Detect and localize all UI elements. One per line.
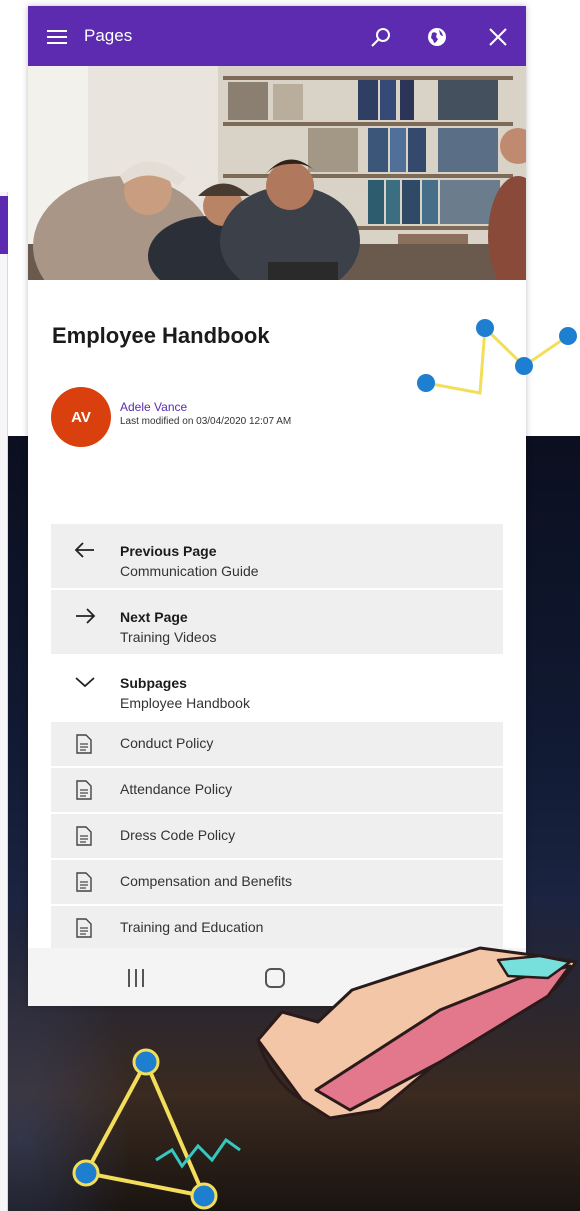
subpage-label: Attendance Policy xyxy=(120,781,233,797)
subpage-label: Dress Code Policy xyxy=(120,827,236,843)
subpage-item[interactable]: Attendance Policy xyxy=(51,768,503,812)
background-right-panel xyxy=(525,280,580,436)
previous-page-button[interactable]: Previous Page Communication Guide xyxy=(51,524,503,588)
background-window-header xyxy=(0,196,8,254)
subpages-parent-name: Employee Handbook xyxy=(120,695,250,711)
page-document-icon xyxy=(76,918,92,938)
previous-page-label: Previous Page xyxy=(120,543,217,559)
subpage-item[interactable]: Compensation and Benefits xyxy=(51,860,503,904)
page-navigation-list: Previous Page Communication Guide Next P… xyxy=(51,524,503,952)
subpages-label: Subpages xyxy=(120,675,187,691)
subpage-label: Conduct Policy xyxy=(120,735,214,751)
subpage-label: Training and Education xyxy=(120,919,264,935)
page-document-icon xyxy=(76,826,92,846)
page-title: Employee Handbook xyxy=(52,323,270,348)
page-document-icon xyxy=(76,734,92,754)
page-document-icon xyxy=(76,872,92,892)
page-document-icon xyxy=(76,780,92,800)
recent-apps-icon[interactable] xyxy=(121,964,151,992)
system-navigation-bar xyxy=(28,948,526,1006)
home-icon[interactable] xyxy=(260,964,290,992)
subpage-item[interactable]: Training and Education xyxy=(51,906,503,950)
hero-image xyxy=(28,66,526,280)
search-icon[interactable] xyxy=(364,20,398,54)
author-name-link[interactable]: Adele Vance xyxy=(120,400,187,414)
chevron-down-icon xyxy=(75,677,95,688)
subpage-item[interactable]: Conduct Policy xyxy=(51,722,503,766)
subpage-item[interactable]: Dress Code Policy xyxy=(51,814,503,858)
next-page-button[interactable]: Next Page Training Videos xyxy=(51,590,503,654)
app-title: Pages xyxy=(84,26,133,45)
globe-icon[interactable] xyxy=(420,20,454,54)
app-bar: Pages xyxy=(28,6,526,66)
previous-page-name: Communication Guide xyxy=(120,563,259,579)
hamburger-menu-icon[interactable] xyxy=(40,20,74,54)
next-page-label: Next Page xyxy=(120,609,188,625)
back-icon[interactable] xyxy=(400,964,430,992)
subpages-toggle[interactable]: Subpages Employee Handbook xyxy=(51,656,503,720)
last-modified-text: Last modified on 03/04/2020 12:07 AM xyxy=(120,416,292,427)
avatar-initials: AV xyxy=(71,408,91,426)
avatar[interactable]: AV xyxy=(51,387,111,447)
arrow-right-icon xyxy=(76,608,96,624)
background-window-edge xyxy=(0,192,8,1211)
arrow-left-icon xyxy=(74,542,94,558)
next-page-name: Training Videos xyxy=(120,629,217,645)
close-icon[interactable] xyxy=(481,20,515,54)
subpage-label: Compensation and Benefits xyxy=(120,873,292,889)
phone-screen: Pages Employee Handbook AV Adele Vance L… xyxy=(28,6,526,1006)
